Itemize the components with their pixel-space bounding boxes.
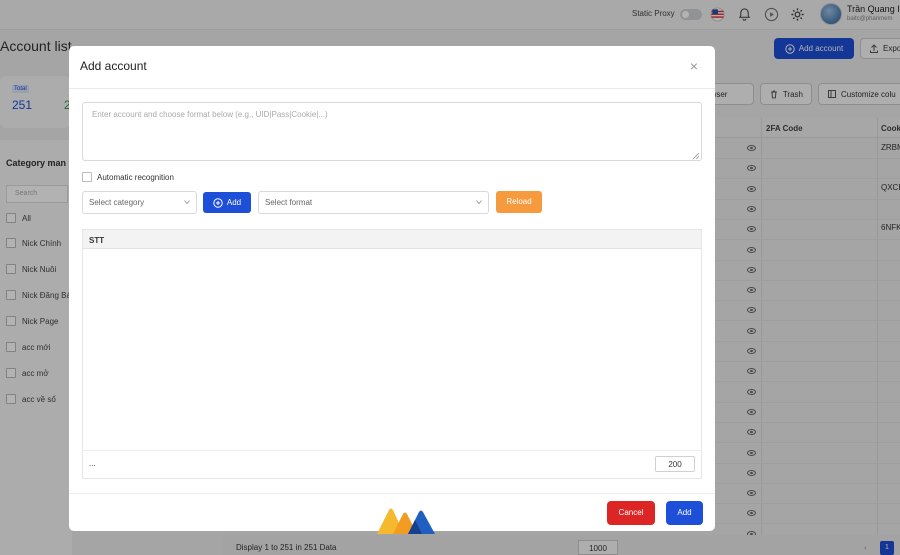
reload-button[interactable]: Reload [496,191,542,213]
resize-handle-icon[interactable] [693,153,699,159]
add-category-button[interactable]: Add [203,192,251,213]
modal-title: Add account [80,59,147,73]
close-icon[interactable]: × [687,59,701,73]
chevron-down-icon [476,200,482,205]
app-logo-loading-icon [377,508,435,534]
select-format-dropdown[interactable]: Select format [258,191,489,214]
account-input-textarea[interactable] [82,102,702,161]
confirm-add-button[interactable]: Add [666,501,703,525]
divider [69,88,715,89]
preview-table: STT ... 200 [82,229,702,534]
chevron-down-icon [184,200,190,205]
add-account-modal: Add account × Automatic recognition Sele… [69,46,715,534]
cancel-button[interactable]: Cancel [607,501,655,525]
preview-page-size-input[interactable]: 200 [655,456,695,472]
automatic-recognition-option[interactable]: Automatic recognition [82,172,174,182]
divider [83,450,701,451]
preview-table-header: STT [83,230,701,249]
column-stt: STT [89,236,105,245]
divider [69,493,715,494]
pagination-ellipsis: ... [89,459,96,468]
automatic-recognition-label: Automatic recognition [97,172,174,182]
plus-circle-icon [213,197,223,208]
select-category-dropdown[interactable]: Select category [82,191,197,214]
automatic-recognition-checkbox[interactable] [82,172,92,182]
